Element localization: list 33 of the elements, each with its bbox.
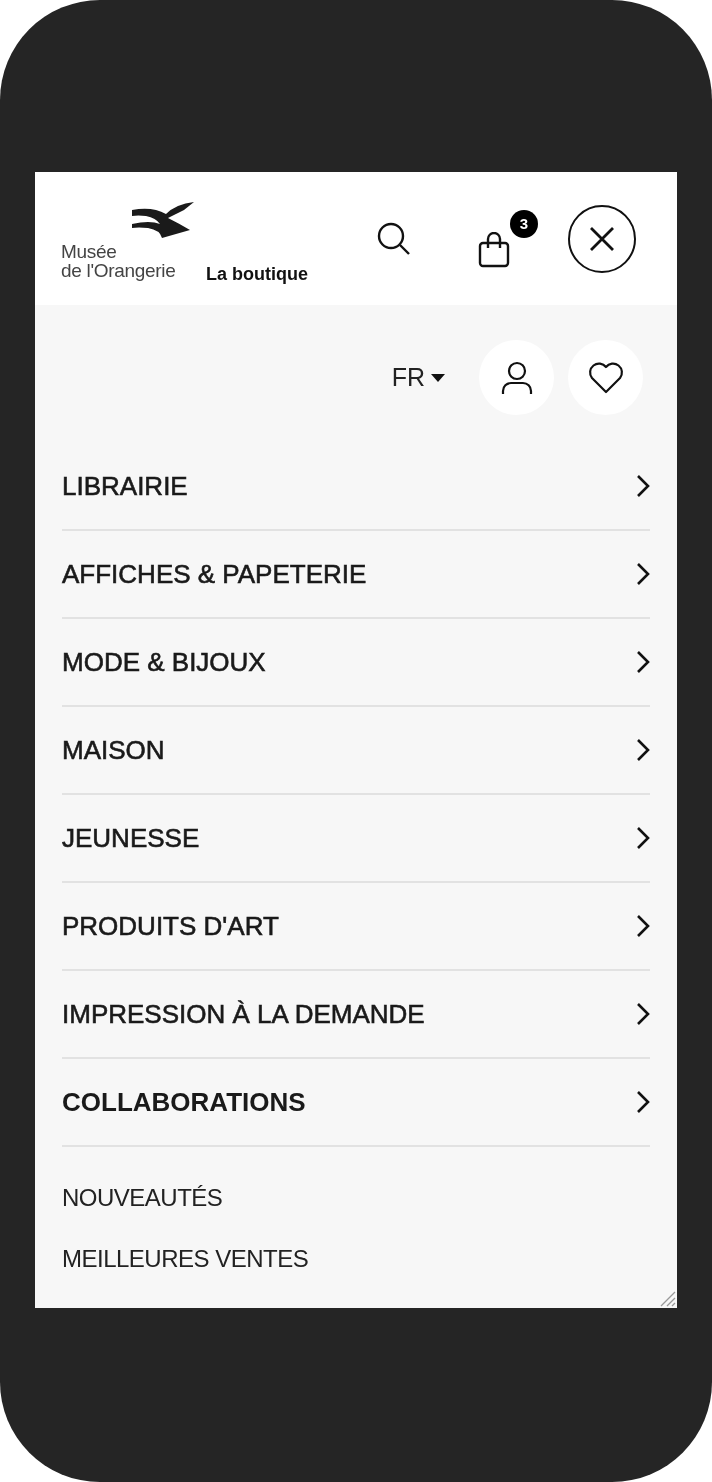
menu-item[interactable]: JEUNESSE [62, 795, 650, 883]
chevron-right-icon [636, 474, 650, 498]
user-icon [500, 360, 533, 395]
chevron-right-icon [636, 650, 650, 674]
chevron-right-icon [636, 738, 650, 762]
cart-count-badge: 3 [510, 209, 538, 238]
chevron-right-icon [636, 1002, 650, 1026]
menu-item[interactable]: LIBRAIRIE [62, 443, 650, 531]
menu-item[interactable]: PRODUITS D'ART [62, 883, 650, 971]
chevron-right-icon [636, 562, 650, 586]
resize-grip-icon [658, 1289, 676, 1307]
shop-name: La boutique [206, 263, 308, 284]
logo-icon [132, 201, 194, 238]
menu-link[interactable]: MEILLEURES VENTES [62, 1245, 650, 1273]
cart-button[interactable]: 3 [478, 209, 538, 268]
heart-icon [587, 361, 624, 394]
logo-text: de l'Orangerie [61, 260, 176, 280]
menu-item[interactable]: AFFICHES & PAPETERIE [62, 531, 650, 619]
chevron-right-icon [636, 914, 650, 938]
menu-item[interactable]: IMPRESSION À LA DEMANDE [62, 971, 650, 1059]
chevron-right-icon [636, 1090, 650, 1114]
menu-item[interactable]: MAISON [62, 707, 650, 795]
menu-item[interactable]: MODE & BIJOUX [62, 619, 650, 707]
caret-icon [431, 373, 445, 382]
menu-link[interactable]: NOUVEAUTÉS [62, 1184, 650, 1212]
language-selector[interactable]: FR [391, 363, 445, 392]
chevron-right-icon [636, 826, 650, 850]
menu-item[interactable]: COLLABORATIONS [62, 1059, 650, 1147]
shopping-bag-icon [478, 231, 510, 268]
search-icon [376, 220, 412, 257]
logo-text: Musée [61, 241, 117, 261]
search-button[interactable] [376, 220, 412, 257]
close-icon [589, 225, 615, 252]
